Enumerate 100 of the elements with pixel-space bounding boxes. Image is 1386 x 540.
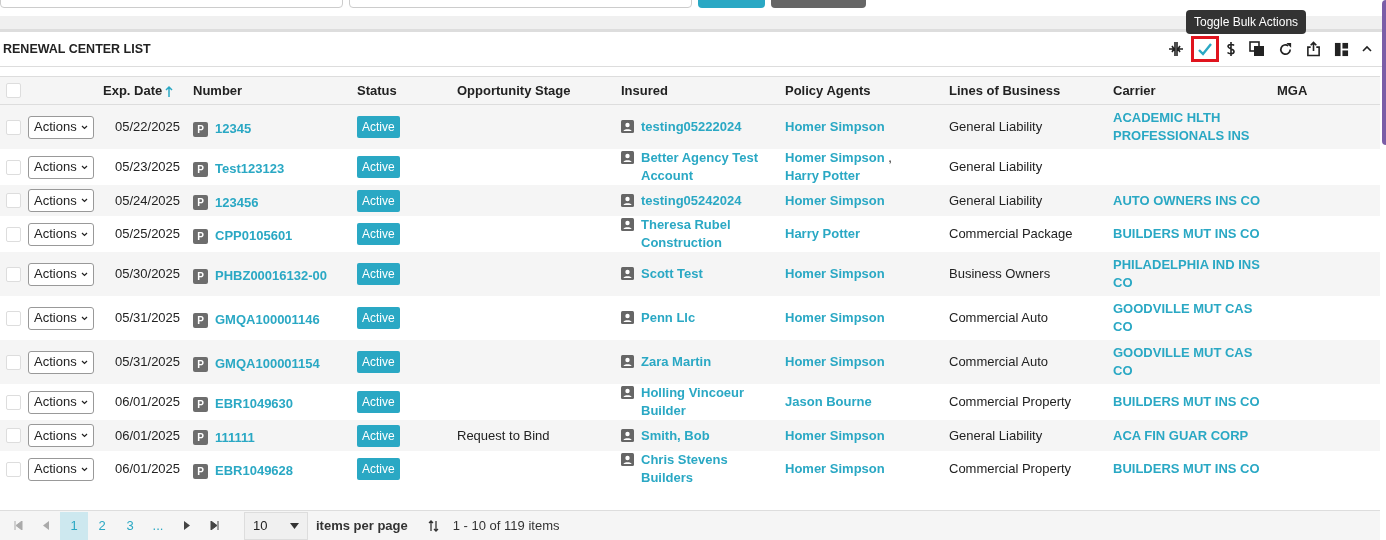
checkbox[interactable] xyxy=(6,310,21,326)
last-page-icon xyxy=(209,521,219,530)
policy-link[interactable]: 111111 xyxy=(215,427,255,448)
column-header[interactable]: Exp. Date xyxy=(103,80,174,101)
policy-link[interactable]: PHBZ00016132-00 xyxy=(215,266,328,286)
checkbox[interactable] xyxy=(6,226,21,242)
column-header[interactable]: Number xyxy=(193,80,243,101)
agent-link[interactable]: Harry Potter xyxy=(785,226,861,241)
table-cell: Request to Bind xyxy=(457,427,550,443)
carrier-link[interactable]: ACADEMIC HLTH PROFESSIONALS INS xyxy=(1113,109,1275,145)
carrier-link[interactable]: GOODVILLE MUT CAS CO xyxy=(1113,344,1275,380)
caret-icon xyxy=(80,466,88,472)
actions-dropdown[interactable]: Actions xyxy=(28,222,94,246)
page-button[interactable]: 2 xyxy=(88,511,116,540)
insured-link[interactable]: Zara Martin xyxy=(641,353,712,371)
policy-badge: P xyxy=(193,121,208,137)
agent-link[interactable]: Jason Bourne xyxy=(785,394,872,409)
caret-icon xyxy=(80,399,88,405)
carrier-link[interactable]: GOODVILLE MUT CAS CO xyxy=(1113,300,1275,336)
agent-link[interactable]: Homer Simpson xyxy=(785,119,885,134)
button[interactable] xyxy=(771,0,866,8)
page-button[interactable]: 1 xyxy=(60,511,88,540)
policy-link[interactable]: GMQA100001154 xyxy=(215,354,320,374)
status-badge: Active xyxy=(357,391,400,413)
actions-dropdown[interactable]: Actions xyxy=(28,306,94,330)
button[interactable] xyxy=(698,0,765,8)
carrier-link[interactable]: BUILDERS MUT INS CO xyxy=(1113,460,1275,478)
insured-link[interactable]: Better Agency Test Account xyxy=(641,149,771,185)
policy-link[interactable]: 123456 xyxy=(215,192,259,213)
carrier-link[interactable]: BUILDERS MUT INS CO xyxy=(1113,225,1275,243)
policy-link[interactable]: 12345 xyxy=(215,119,252,139)
caret-icon xyxy=(80,198,88,203)
insured-link[interactable]: Smith, Bob xyxy=(641,426,710,445)
policy-link[interactable]: GMQA100001146 xyxy=(215,310,320,330)
page-size-dropdown[interactable]: 10 xyxy=(244,511,308,540)
actions-dropdown[interactable]: Actions xyxy=(28,262,94,286)
actions-dropdown[interactable]: Actions xyxy=(28,390,94,414)
caret-icon xyxy=(80,359,88,365)
policy-badge: P xyxy=(193,195,208,210)
insured-link[interactable]: Penn Llc xyxy=(641,309,696,327)
column-header[interactable]: Carrier xyxy=(1113,80,1156,101)
checkbox[interactable] xyxy=(6,394,21,410)
actions-dropdown[interactable]: Actions xyxy=(28,424,94,447)
checkbox[interactable] xyxy=(6,119,21,135)
policy-badge: P xyxy=(193,463,208,479)
insured-link[interactable]: Theresa Rubel Construction xyxy=(641,216,771,252)
table-cell: Commercial Package xyxy=(949,226,1073,242)
contact-card-icon xyxy=(621,193,634,207)
agent-link[interactable]: Homer Simpson xyxy=(785,192,885,208)
agent-link[interactable]: Homer Simpson xyxy=(785,461,885,476)
insured-link[interactable]: Holling Vincoeur Builder xyxy=(641,384,771,420)
checkbox[interactable] xyxy=(6,354,21,370)
policy-link[interactable]: EBR1049630 xyxy=(215,394,294,414)
insured-link[interactable]: Chris Stevens Builders xyxy=(641,451,771,487)
actions-dropdown[interactable]: Actions xyxy=(28,189,94,212)
caret-icon xyxy=(290,522,299,529)
actions-dropdown[interactable]: Actions xyxy=(28,350,94,374)
agent-link[interactable]: Homer Simpson xyxy=(785,266,885,281)
page-button[interactable]: ... xyxy=(144,511,172,540)
insured-link[interactable]: testing05242024 xyxy=(641,191,742,210)
policy-link[interactable]: CPP0105601 xyxy=(215,226,293,246)
carrier-link[interactable]: AUTO OWNERS INS CO xyxy=(1113,191,1275,210)
column-header[interactable]: Status xyxy=(357,80,397,101)
agent-link[interactable]: Homer Simpson xyxy=(785,427,885,443)
checkbox[interactable] xyxy=(6,83,21,98)
agent-link[interactable]: Homer Simpson xyxy=(785,310,885,325)
agent-link[interactable]: Homer Simpson xyxy=(785,354,885,369)
sort-icon[interactable] xyxy=(427,519,439,532)
checkbox[interactable] xyxy=(6,428,21,443)
status-badge: Active xyxy=(357,189,400,212)
column-header[interactable]: Insured xyxy=(621,80,668,101)
layout-icon xyxy=(1334,41,1349,57)
carrier-link[interactable]: BUILDERS MUT INS CO xyxy=(1113,393,1275,411)
caret-icon xyxy=(80,433,88,438)
agent-link[interactable]: Harry Potter xyxy=(785,168,861,183)
table-cell: 05/24/2025 xyxy=(115,192,181,208)
policy-link[interactable]: Test123123 xyxy=(215,159,285,179)
checkbox[interactable] xyxy=(6,193,21,208)
insured-link[interactable]: Scott Test xyxy=(641,265,703,283)
table-cell: Business Owners xyxy=(949,266,1051,282)
policy-link[interactable]: EBR1049628 xyxy=(215,461,294,481)
actions-dropdown[interactable]: Actions xyxy=(28,115,94,139)
column-header[interactable]: MGA xyxy=(1277,80,1308,101)
actions-dropdown[interactable]: Actions xyxy=(28,457,94,481)
status-badge: Active xyxy=(357,351,400,373)
pager-summary: 1 - 10 of 119 items xyxy=(452,516,560,535)
checkbox[interactable] xyxy=(6,266,21,282)
carrier-link[interactable]: PHILADELPHIA IND INS CO xyxy=(1113,256,1275,292)
actions-dropdown[interactable]: Actions xyxy=(28,155,94,179)
checkbox[interactable] xyxy=(6,461,21,477)
column-header[interactable]: Opportunity Stage xyxy=(457,80,571,101)
column-header[interactable]: Policy Agents xyxy=(785,80,871,101)
carrier-link[interactable]: ACA FIN GUAR CORP xyxy=(1113,426,1275,445)
column-header[interactable]: Lines of Business xyxy=(949,80,1061,101)
insured-link[interactable]: testing05222024 xyxy=(641,118,742,136)
check-button[interactable] xyxy=(1191,36,1219,62)
page-button[interactable]: 3 xyxy=(116,511,144,540)
checkbox[interactable] xyxy=(6,159,21,175)
panel-title: RENEWAL CENTER LIST xyxy=(2,40,151,58)
agent-link[interactable]: Homer Simpson xyxy=(785,150,885,165)
